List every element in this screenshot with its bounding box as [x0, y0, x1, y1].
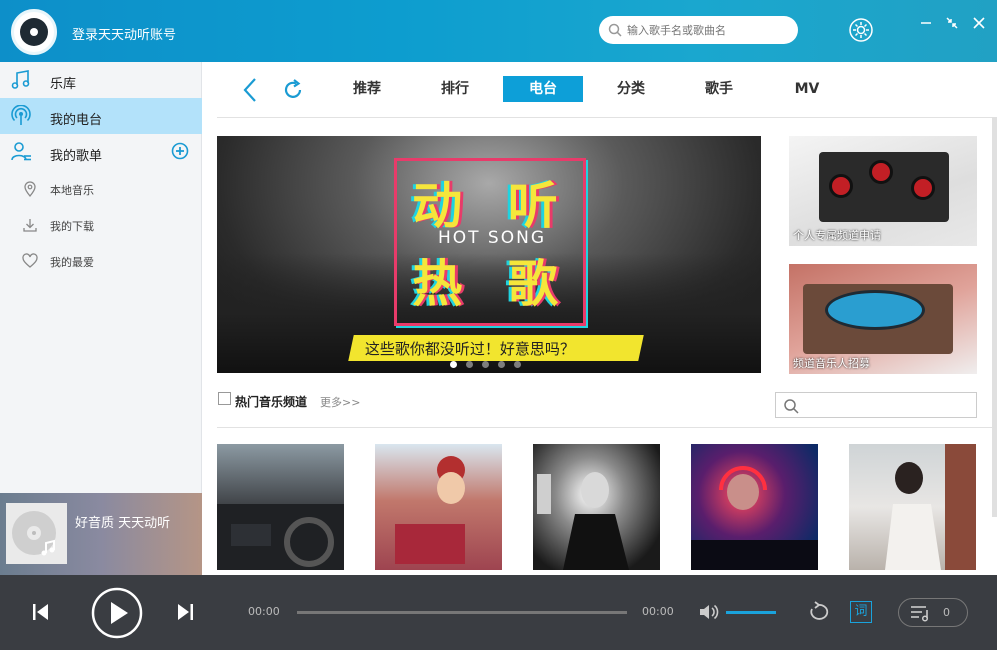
main-content: 推荐 排行 电台 分类 歌手 MV 动 听 HOT SONG 热 歌 这些歌你都… [203, 62, 997, 575]
side-banner-caption: 个人专属频道申请 [793, 229, 881, 242]
sidebar-item-library[interactable]: 乐库 [0, 62, 202, 98]
tab-recommend[interactable]: 推荐 [327, 76, 407, 102]
carousel-dot[interactable] [498, 361, 505, 368]
heart-icon [22, 253, 38, 269]
volume-slider[interactable] [726, 611, 776, 614]
download-icon [22, 217, 38, 233]
refresh-icon[interactable] [281, 78, 305, 102]
play-button[interactable] [91, 587, 143, 643]
sidebar-item-local-music[interactable]: 本地音乐 [0, 170, 202, 206]
tab-singer[interactable]: 歌手 [679, 76, 759, 102]
hero-banner[interactable]: 动 听 HOT SONG 热 歌 这些歌你都没听过！好意思吗？ [217, 136, 761, 373]
play-queue-button[interactable]: 0 [898, 598, 968, 627]
scrollbar[interactable] [992, 117, 997, 517]
repeat-icon[interactable] [806, 601, 832, 627]
player-bar: 00:00 00:00 词 0 [0, 575, 997, 650]
channel-thumbnail[interactable] [533, 444, 660, 570]
divider [217, 427, 992, 428]
side-banner-musician-recruit[interactable]: 频道音乐人招募 [789, 264, 977, 374]
user-list-icon [10, 141, 32, 163]
progress-bar[interactable] [297, 611, 627, 614]
volume-icon[interactable] [698, 602, 720, 626]
back-arrow-icon[interactable] [241, 76, 261, 104]
section-checkbox[interactable] [218, 392, 231, 405]
logo-icon [20, 18, 48, 46]
login-link[interactable]: 登录天天动听账号 [72, 24, 176, 43]
banner-tagline: 这些歌你都没听过！好意思吗？ [364, 340, 575, 358]
channel-thumbnail[interactable] [849, 444, 976, 570]
close-icon[interactable] [971, 16, 987, 32]
sidebar-item-label: 我的最爱 [50, 256, 94, 269]
minimize-icon[interactable] [918, 16, 934, 32]
side-banner-caption: 频道音乐人招募 [793, 357, 870, 370]
carousel-dot[interactable] [450, 361, 457, 368]
restore-icon[interactable] [944, 16, 960, 32]
sidebar-item-label: 我的下载 [50, 220, 94, 233]
side-banner-personal-channel[interactable]: 个人专属频道申请 [789, 136, 977, 246]
search-icon [783, 398, 799, 418]
carousel-dot[interactable] [514, 361, 521, 368]
banner-tagline-strip: 这些歌你都没听过！好意思吗？ [348, 335, 644, 361]
now-playing-panel[interactable]: 好音质 天天动听 [0, 493, 202, 575]
channel-search-box[interactable] [775, 392, 977, 418]
add-playlist-icon[interactable] [171, 142, 189, 160]
search-input[interactable] [627, 21, 787, 39]
location-pin-icon [22, 181, 38, 198]
next-track-icon[interactable] [176, 601, 196, 627]
album-cover [6, 503, 67, 564]
carousel-dot[interactable] [482, 361, 489, 368]
sidebar-item-label: 乐库 [50, 77, 77, 92]
search-box[interactable] [599, 16, 798, 44]
section-title: 热门音乐频道 [235, 395, 308, 409]
sidebar-item-label: 本地音乐 [50, 184, 94, 197]
sidebar-item-downloads[interactable]: 我的下载 [0, 206, 202, 242]
sidebar-item-label: 我的电台 [50, 113, 103, 128]
carousel-dot[interactable] [466, 361, 473, 368]
search-icon [608, 22, 622, 41]
sidebar: 乐库 我的电台 我的歌单 本地音乐 我的下载 我的最爱 [0, 62, 202, 493]
sidebar-item-my-radio[interactable]: 我的电台 [0, 98, 202, 134]
channel-thumbnail[interactable] [691, 444, 818, 570]
channel-thumbnail[interactable] [375, 444, 502, 570]
more-link[interactable]: 更多>> [320, 394, 360, 410]
turntable-image [803, 284, 953, 354]
app-window: 登录天天动听账号 乐库 [0, 0, 997, 650]
now-playing-text: 好音质 天天动听 [75, 516, 171, 531]
divider [217, 117, 992, 118]
tab-radio[interactable]: 电台 [503, 76, 583, 102]
speaker-image [819, 152, 949, 222]
playlist-icon [910, 604, 932, 626]
sidebar-item-my-playlists[interactable]: 我的歌单 [0, 134, 202, 170]
current-time: 00:00 [248, 605, 280, 618]
app-logo[interactable] [11, 9, 57, 55]
banner-title-second: 热 歌 [412, 255, 572, 313]
settings-gear-icon[interactable] [848, 17, 874, 43]
sidebar-item-label: 我的歌单 [50, 149, 103, 164]
title-bar: 登录天天动听账号 [0, 0, 997, 62]
total-time: 00:00 [642, 605, 674, 618]
queue-count: 0 [943, 606, 950, 619]
tab-mv[interactable]: MV [767, 76, 847, 102]
tab-category[interactable]: 分类 [591, 76, 671, 102]
sidebar-item-favorites[interactable]: 我的最爱 [0, 242, 202, 278]
channel-thumbnail[interactable] [217, 444, 344, 570]
lyrics-toggle[interactable]: 词 [850, 601, 872, 623]
radio-signal-icon [10, 104, 32, 127]
previous-track-icon[interactable] [30, 601, 50, 627]
tab-ranking[interactable]: 排行 [415, 76, 495, 102]
music-note-icon [10, 69, 32, 91]
